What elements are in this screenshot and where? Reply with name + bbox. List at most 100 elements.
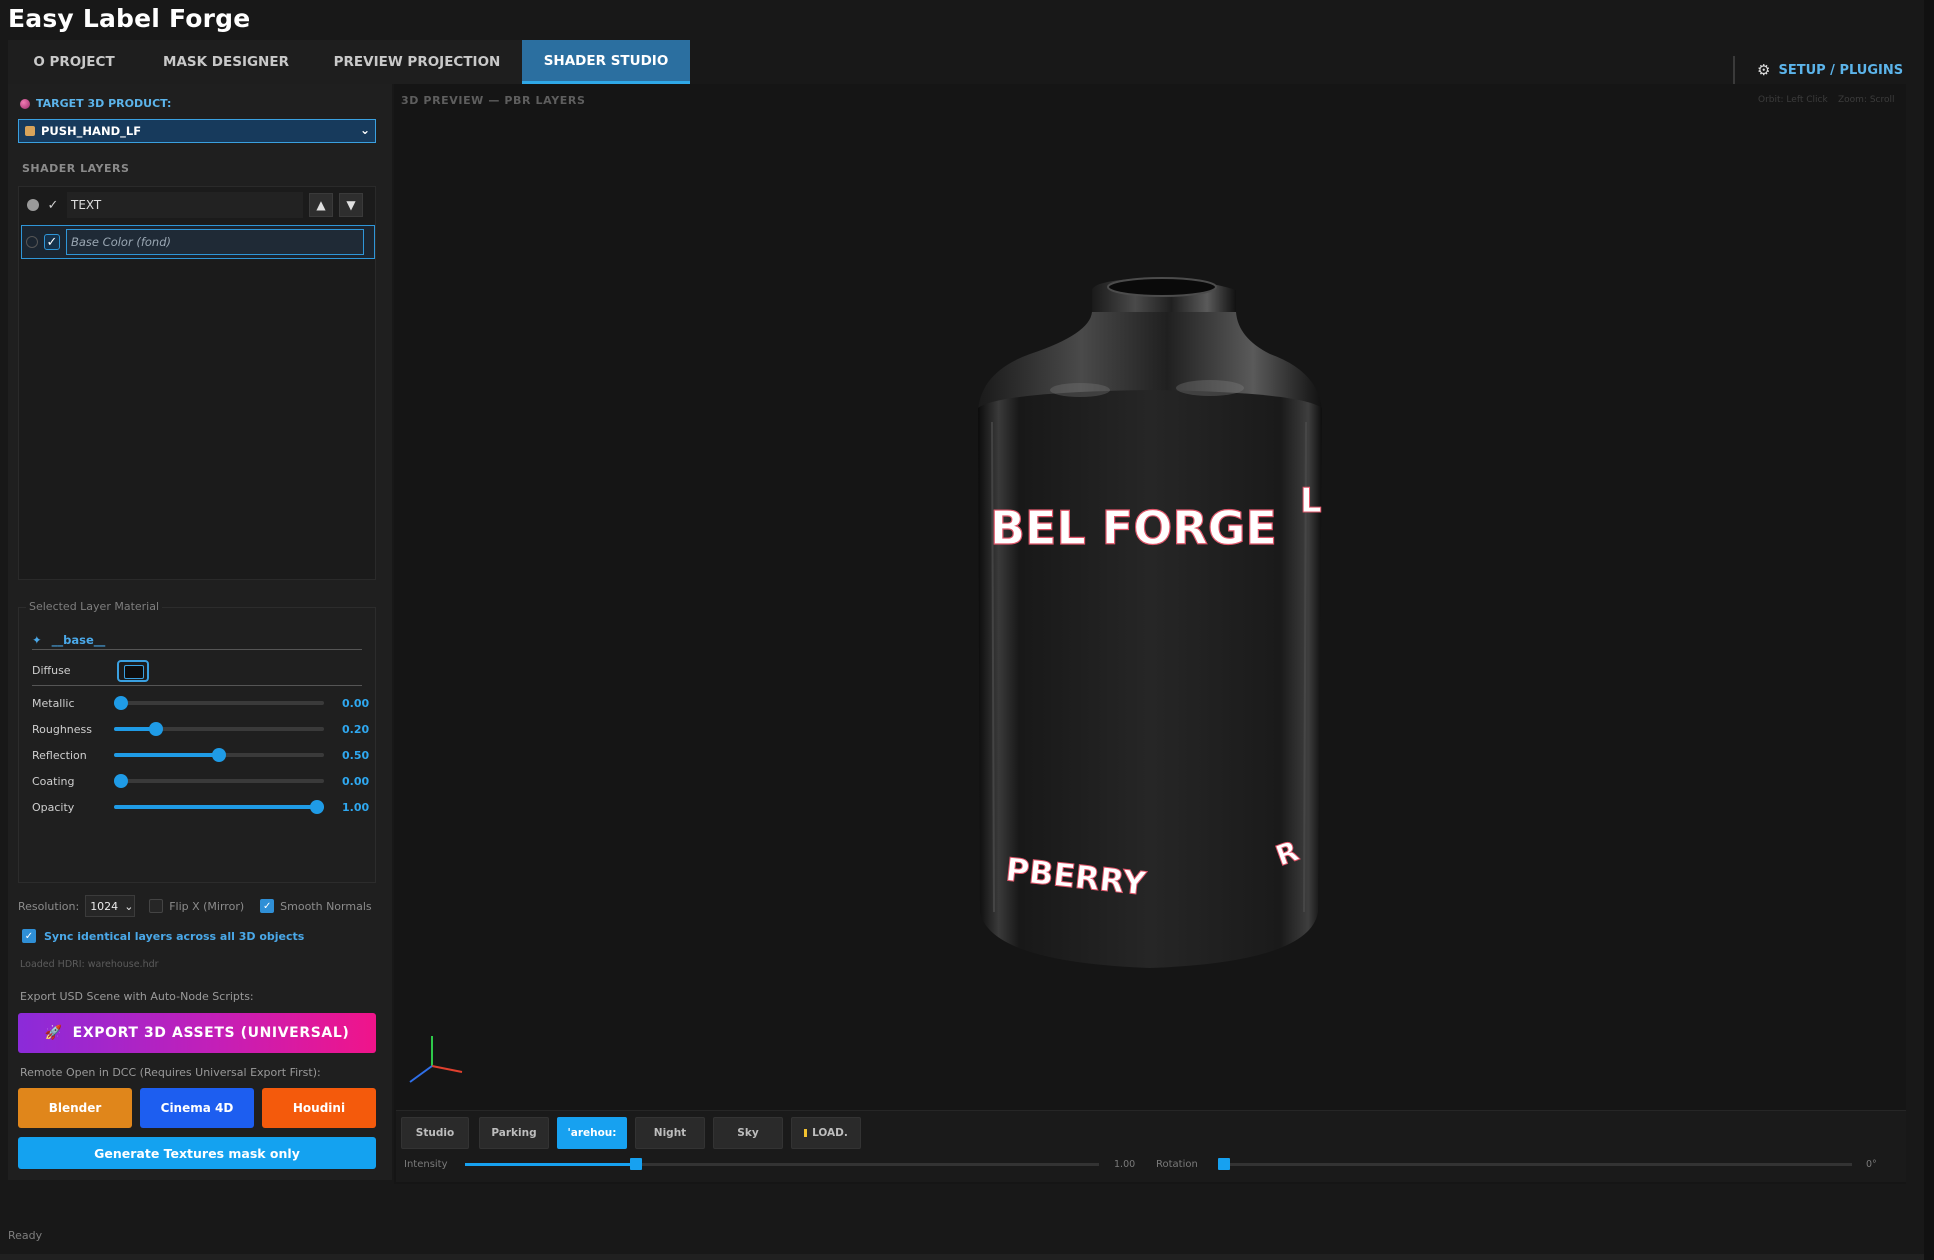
target-product-value: PUSH_HAND_LF	[41, 124, 142, 138]
options-row: Resolution: 1024 ⌄ Flip X (Mirror) ✓ Smo…	[18, 894, 388, 918]
slider-row-reflection: Reflection 0.50	[32, 745, 372, 765]
shader-layers-label: SHADER LAYERS	[22, 162, 130, 175]
viewport-title: 3D PREVIEW — PBR LAYERS	[401, 94, 586, 107]
app-title: Easy Label Forge	[8, 4, 251, 33]
bottle-opening	[1107, 277, 1217, 297]
move-down-button[interactable]: ▼	[339, 193, 363, 217]
rotation-slider-handle[interactable]	[1218, 1158, 1230, 1170]
slider-row-opacity: Opacity 1.00	[32, 797, 372, 817]
generate-textures-button[interactable]: Generate Textures mask only	[18, 1137, 376, 1169]
sync-layers-checkbox[interactable]: ✓	[22, 929, 36, 943]
rocket-icon: 🚀	[44, 1025, 63, 1041]
visibility-dot-icon[interactable]	[27, 199, 39, 211]
slider-label: Reflection	[32, 748, 87, 762]
product-dot-icon	[20, 98, 30, 109]
layer-row-text[interactable]: ✓ TEXT ▲ ▼	[23, 190, 373, 220]
material-name: __base__	[51, 632, 106, 647]
slider-handle[interactable]	[310, 800, 324, 814]
slider-handle[interactable]	[114, 696, 128, 710]
open-houdini-button[interactable]: Houdini	[262, 1088, 376, 1128]
diffuse-color-swatch[interactable]	[116, 659, 149, 682]
slider-track[interactable]	[114, 774, 324, 788]
slider-label: Opacity	[32, 800, 75, 814]
slider-handle[interactable]	[212, 748, 226, 762]
slider-label: Metallic	[32, 696, 75, 710]
viewport-hint-zoom: Zoom: Scroll	[1838, 95, 1895, 105]
bottle-reflection	[1050, 383, 1110, 397]
z-axis-line	[409, 1065, 433, 1083]
flip-x-checkbox[interactable]	[149, 899, 164, 913]
viewport-hint-orbit: Orbit: Left Click	[1758, 95, 1828, 105]
load-icon	[804, 1129, 808, 1137]
tab-preview-projection[interactable]: PREVIEW PROJECTION	[312, 40, 522, 84]
slider-track[interactable]	[114, 800, 324, 814]
export-label: Export USD Scene with Auto-Node Scripts:	[20, 990, 254, 1003]
intensity-value: 1.00	[1114, 1159, 1136, 1170]
env-warehouse-button[interactable]: 'arehou:	[557, 1117, 627, 1149]
slider-handle[interactable]	[114, 774, 128, 788]
slider-track[interactable]	[114, 722, 324, 736]
flip-x-option[interactable]: Flip X (Mirror)	[149, 899, 244, 913]
layer-name-input[interactable]: Base Color (fond)	[66, 229, 364, 255]
smooth-normals-label: Smooth Normals	[280, 899, 372, 913]
tab-shader-studio[interactable]: SHADER STUDIO	[522, 40, 690, 84]
layer-row-base-color[interactable]: ✓ Base Color (fond)	[21, 225, 375, 259]
intensity-slider-handle[interactable]	[630, 1158, 642, 1170]
open-blender-button[interactable]: Blender	[18, 1088, 132, 1128]
material-name-row: ✦ __base__	[32, 630, 362, 650]
smooth-normals-checkbox[interactable]: ✓	[260, 899, 275, 913]
check-icon[interactable]: ✓	[45, 197, 61, 213]
rotation-slider-track[interactable]	[1224, 1163, 1852, 1166]
slider-label: Coating	[32, 774, 75, 788]
tab-mask-designer[interactable]: MASK DESIGNER	[140, 40, 312, 84]
chevron-down-icon: ⌄	[359, 123, 370, 137]
slider-label: Roughness	[32, 722, 93, 736]
intensity-slider-fill	[465, 1163, 636, 1166]
status-text: Ready	[8, 1229, 43, 1242]
resolution-select[interactable]: 1024 ⌄	[85, 895, 136, 917]
setup-plugins-button[interactable]: ⚙ SETUP / PLUGINS	[1733, 56, 1903, 84]
gear-icon: ⚙	[1757, 61, 1771, 79]
slider-value: 0.50	[342, 748, 370, 762]
layer-name-text[interactable]: TEXT	[67, 192, 303, 218]
layer-checkbox[interactable]: ✓	[44, 234, 60, 250]
export-3d-assets-button[interactable]: 🚀 EXPORT 3D ASSETS (UNIVERSAL)	[18, 1013, 376, 1053]
sync-layers-label: Sync identical layers across all 3D obje…	[44, 929, 305, 943]
target-product-select[interactable]: PUSH_HAND_LF ⌄	[18, 119, 376, 143]
slider-value: 0.20	[342, 722, 370, 736]
diffuse-label: Diffuse	[32, 664, 71, 677]
sync-layers-option[interactable]: ✓ Sync identical layers across all 3D ob…	[22, 929, 304, 943]
env-load-button[interactable]: LOAD.	[791, 1117, 861, 1149]
hdri-loaded-text: Loaded HDRI: warehouse.hdr	[20, 959, 159, 970]
status-bar	[0, 1254, 1934, 1260]
env-night-button[interactable]: Night	[635, 1117, 705, 1149]
slider-fill	[114, 805, 324, 809]
slider-track[interactable]	[114, 748, 324, 762]
window-right-edge	[1924, 0, 1934, 1260]
axis-gizmo	[409, 1036, 463, 1083]
env-load-label: LOAD.	[812, 1127, 848, 1139]
tab-project[interactable]: O PROJECT	[8, 40, 140, 84]
export-button-label: EXPORT 3D ASSETS (UNIVERSAL)	[72, 1025, 350, 1041]
target-product-label-text: TARGET 3D PRODUCT:	[36, 97, 172, 110]
env-studio-button[interactable]: Studio	[401, 1117, 469, 1149]
material-group-title: Selected Layer Material	[26, 600, 163, 613]
smooth-normals-option[interactable]: ✓ Smooth Normals	[260, 899, 372, 913]
slider-row-roughness: Roughness 0.20	[32, 719, 372, 739]
move-up-button[interactable]: ▲	[309, 193, 333, 217]
rotation-label: Rotation	[1156, 1159, 1198, 1170]
bottle-3d-model[interactable]: BEL FORGE L PBERRY R	[960, 272, 1340, 978]
resolution-value: 1024	[90, 899, 119, 913]
visibility-dot-icon[interactable]	[26, 236, 38, 248]
slider-fill	[114, 753, 219, 757]
slider-track[interactable]	[114, 696, 324, 710]
env-sky-button[interactable]: Sky	[713, 1117, 783, 1149]
open-cinema4d-button[interactable]: Cinema 4D	[140, 1088, 254, 1128]
target-product-label: TARGET 3D PRODUCT:	[20, 97, 171, 110]
slider-row-coating: Coating 0.00	[32, 771, 372, 791]
intensity-label: Intensity	[404, 1159, 448, 1170]
env-parking-button[interactable]: Parking	[479, 1117, 549, 1149]
x-axis-line	[431, 1065, 463, 1073]
setup-plugins-label: SETUP / PLUGINS	[1778, 62, 1904, 78]
slider-handle[interactable]	[149, 722, 163, 736]
